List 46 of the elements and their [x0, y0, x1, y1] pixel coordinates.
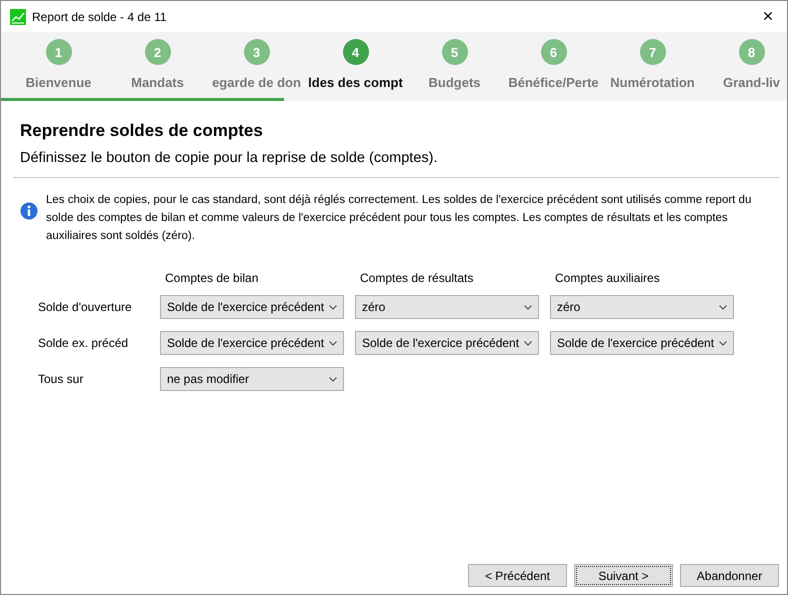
wizard-step[interactable]: 4 ldes des compt — [306, 32, 405, 101]
wizard-step[interactable]: 5 Budgets — [405, 32, 504, 101]
wizard-step[interactable]: 8 Grand-liv — [702, 32, 787, 101]
step-number: 1 — [46, 39, 72, 65]
wizard-button[interactable]: Abandonner — [680, 564, 779, 587]
step-number: 3 — [244, 39, 270, 65]
wizard-button[interactable]: Suivant > — [574, 564, 673, 587]
app-icon — [10, 8, 26, 24]
chevron-down-icon — [329, 304, 337, 310]
row-label: Solde ex. précéd — [38, 336, 130, 350]
step-number: 2 — [144, 39, 170, 65]
wizard-step[interactable]: 1 Bienvenue — [9, 32, 108, 101]
step-number: 4 — [342, 39, 368, 65]
column-header: Comptes de bilan — [165, 271, 260, 285]
page-heading: Reprendre soldes de comptes — [20, 121, 264, 141]
dropdown[interactable]: ne pas modifier — [160, 367, 344, 391]
step-number: 7 — [640, 39, 666, 65]
wizard-step[interactable]: 2 Mandats — [108, 32, 207, 101]
row-label: Tous sur — [38, 372, 84, 386]
wizard-button[interactable]: < Précédent — [468, 564, 567, 587]
chevron-down-icon — [524, 304, 532, 310]
dropdown[interactable]: Solde de l'exercice précédent — [160, 331, 344, 355]
column-header: Comptes de résultats — [360, 271, 474, 285]
step-number: 8 — [738, 39, 764, 65]
dropdown[interactable]: zéro — [550, 295, 734, 319]
step-number: 6 — [540, 39, 566, 65]
wizard-step[interactable]: 3 egarde de don — [207, 32, 306, 101]
info-icon — [20, 202, 38, 220]
row-label: Solde d'ouverture — [38, 300, 133, 314]
wizard-step[interactable]: 6 Bénéfice/Perte — [504, 32, 603, 101]
chevron-down-icon — [719, 304, 727, 310]
wizard-step[interactable]: 7 Numérotation — [603, 32, 702, 101]
chevron-down-icon — [329, 340, 337, 346]
window-title: Report de solde - 4 de 11 — [32, 10, 168, 24]
dropdown[interactable]: Solde de l'exercice précédent — [160, 295, 344, 319]
page-subtitle: Définissez le bouton de copie pour la reprise de solde (comptes). — [20, 150, 439, 166]
dropdown[interactable]: Solde de l'exercice précédent — [355, 331, 539, 355]
column-header: Comptes auxiliaires — [555, 271, 661, 285]
dropdown[interactable]: Solde de l'exercice précédent — [550, 331, 734, 355]
chevron-down-icon — [524, 340, 532, 346]
chevron-down-icon — [329, 376, 337, 382]
step-number: 5 — [442, 39, 468, 65]
dropdown[interactable]: zéro — [355, 295, 539, 319]
info-text: Les choix de copies, pour le cas standard, sont déjà réglés correctement. Les soldes de l'exercice précédent sont utilisés comme report du solde des comptes de bilan et comme valeurs de l'exercice précédent pour tous les comptes. Les comptes de résultats et les comptes auxiliaires sont soldés (zéro). — [46, 193, 752, 244]
chevron-down-icon — [719, 340, 727, 346]
close-button[interactable]: × — [753, 6, 783, 27]
